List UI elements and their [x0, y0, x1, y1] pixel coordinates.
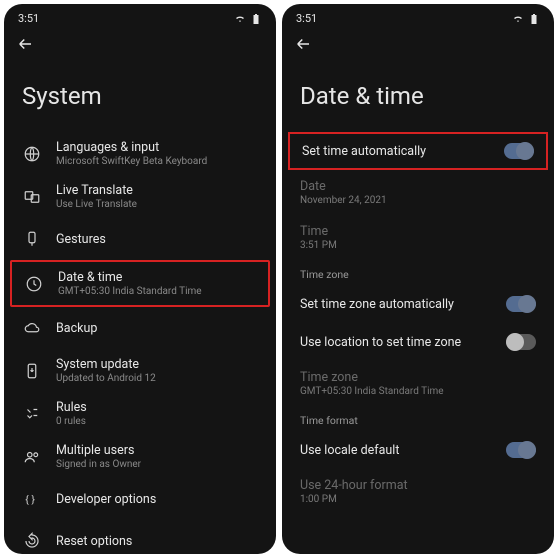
row-use-location-tz[interactable]: Use location to set time zone — [282, 323, 554, 361]
row-timezone-value: Time zone GMT+05:30 India Standard Time — [282, 361, 554, 406]
row-sub: 3:51 PM — [300, 240, 337, 251]
row-locale-default[interactable]: Use locale default — [282, 431, 554, 469]
row-use-24h: Use 24-hour format 1:00 PM — [282, 469, 554, 514]
reset-icon — [22, 531, 42, 551]
row-sub: November 24, 2021 — [300, 195, 387, 206]
row-date: Date November 24, 2021 — [282, 170, 554, 215]
item-sub: Updated to Android 12 — [56, 373, 156, 384]
status-bar: 3:51 — [4, 4, 276, 29]
item-label: Gestures — [56, 232, 106, 247]
back-icon[interactable] — [16, 42, 34, 56]
battery-icon — [250, 13, 262, 25]
row-auto-timezone[interactable]: Set time zone automatically — [282, 285, 554, 323]
page-title: Date & time — [282, 62, 554, 132]
item-live-translate[interactable]: Live Translate Use Live Translate — [10, 175, 270, 218]
item-sub: Signed in as Owner — [56, 459, 141, 470]
row-label: Use 24-hour format — [300, 478, 408, 493]
row-label: Time — [300, 224, 337, 239]
page-title: System — [4, 62, 276, 132]
item-languages[interactable]: Languages & input Microsoft SwiftKey Bet… — [10, 132, 270, 175]
cloud-icon — [22, 318, 42, 338]
row-label: Set time automatically — [302, 144, 426, 159]
back-icon[interactable] — [294, 42, 312, 56]
toggle-set-time-auto[interactable] — [504, 143, 534, 159]
row-set-time-auto[interactable]: Set time automatically — [288, 132, 548, 170]
row-label: Set time zone automatically — [300, 297, 454, 312]
toggle-locale-default[interactable] — [506, 442, 536, 458]
item-sub: 0 rules — [56, 416, 87, 427]
rules-icon — [22, 404, 42, 424]
clock-icon — [24, 274, 44, 294]
update-icon — [22, 361, 42, 381]
item-label: Rules — [56, 400, 87, 415]
row-label: Use locale default — [300, 443, 399, 458]
system-screen: 3:51 System Languages & input Microsoft … — [4, 4, 276, 554]
status-time: 3:51 — [296, 12, 317, 25]
item-label: Backup — [56, 321, 97, 336]
item-multiple-users[interactable]: Multiple users Signed in as Owner — [10, 435, 270, 478]
item-sub: Use Live Translate — [56, 199, 137, 210]
item-gestures[interactable]: Gestures — [10, 218, 270, 260]
globe-icon — [22, 144, 42, 164]
translate-icon — [22, 187, 42, 207]
wifi-icon — [512, 13, 524, 25]
gesture-icon — [22, 229, 42, 249]
item-label: Date & time — [58, 270, 202, 285]
status-icons — [512, 13, 540, 25]
people-icon — [22, 447, 42, 467]
section-header-timeformat: Time format — [282, 406, 554, 431]
item-label: Reset options — [56, 534, 132, 549]
item-reset-options[interactable]: Reset options — [10, 520, 270, 554]
status-icons — [234, 13, 262, 25]
status-time: 3:51 — [18, 12, 39, 25]
braces-icon: { } — [22, 489, 42, 509]
row-label: Date — [300, 179, 387, 194]
item-sub: Microsoft SwiftKey Beta Keyboard — [56, 156, 207, 167]
back-row — [4, 29, 276, 62]
toggle-auto-timezone[interactable] — [506, 296, 536, 312]
item-developer-options[interactable]: { } Developer options — [10, 478, 270, 520]
status-bar: 3:51 — [282, 4, 554, 29]
toggle-use-location-tz[interactable] — [506, 334, 536, 350]
date-time-screen: 3:51 Date & time Set time automatically … — [282, 4, 554, 554]
item-system-update[interactable]: System update Updated to Android 12 — [10, 349, 270, 392]
svg-text:{ }: { } — [25, 493, 35, 506]
battery-icon — [528, 13, 540, 25]
item-rules[interactable]: Rules 0 rules — [10, 392, 270, 435]
item-label: Languages & input — [56, 140, 207, 155]
item-label: System update — [56, 357, 156, 372]
item-date-time[interactable]: Date & time GMT+05:30 India Standard Tim… — [10, 260, 270, 307]
item-label: Developer options — [56, 492, 156, 507]
row-label: Use location to set time zone — [300, 335, 461, 350]
settings-list: Languages & input Microsoft SwiftKey Bet… — [4, 132, 276, 554]
item-backup[interactable]: Backup — [10, 307, 270, 349]
row-sub: 1:00 PM — [300, 494, 408, 505]
wifi-icon — [234, 13, 246, 25]
row-label: Time zone — [300, 370, 444, 385]
item-label: Multiple users — [56, 443, 141, 458]
back-row — [282, 29, 554, 62]
row-sub: GMT+05:30 India Standard Time — [300, 386, 444, 397]
section-header-timezone: Time zone — [282, 260, 554, 285]
item-sub: GMT+05:30 India Standard Time — [58, 286, 202, 297]
row-time: Time 3:51 PM — [282, 215, 554, 260]
item-label: Live Translate — [56, 183, 137, 198]
